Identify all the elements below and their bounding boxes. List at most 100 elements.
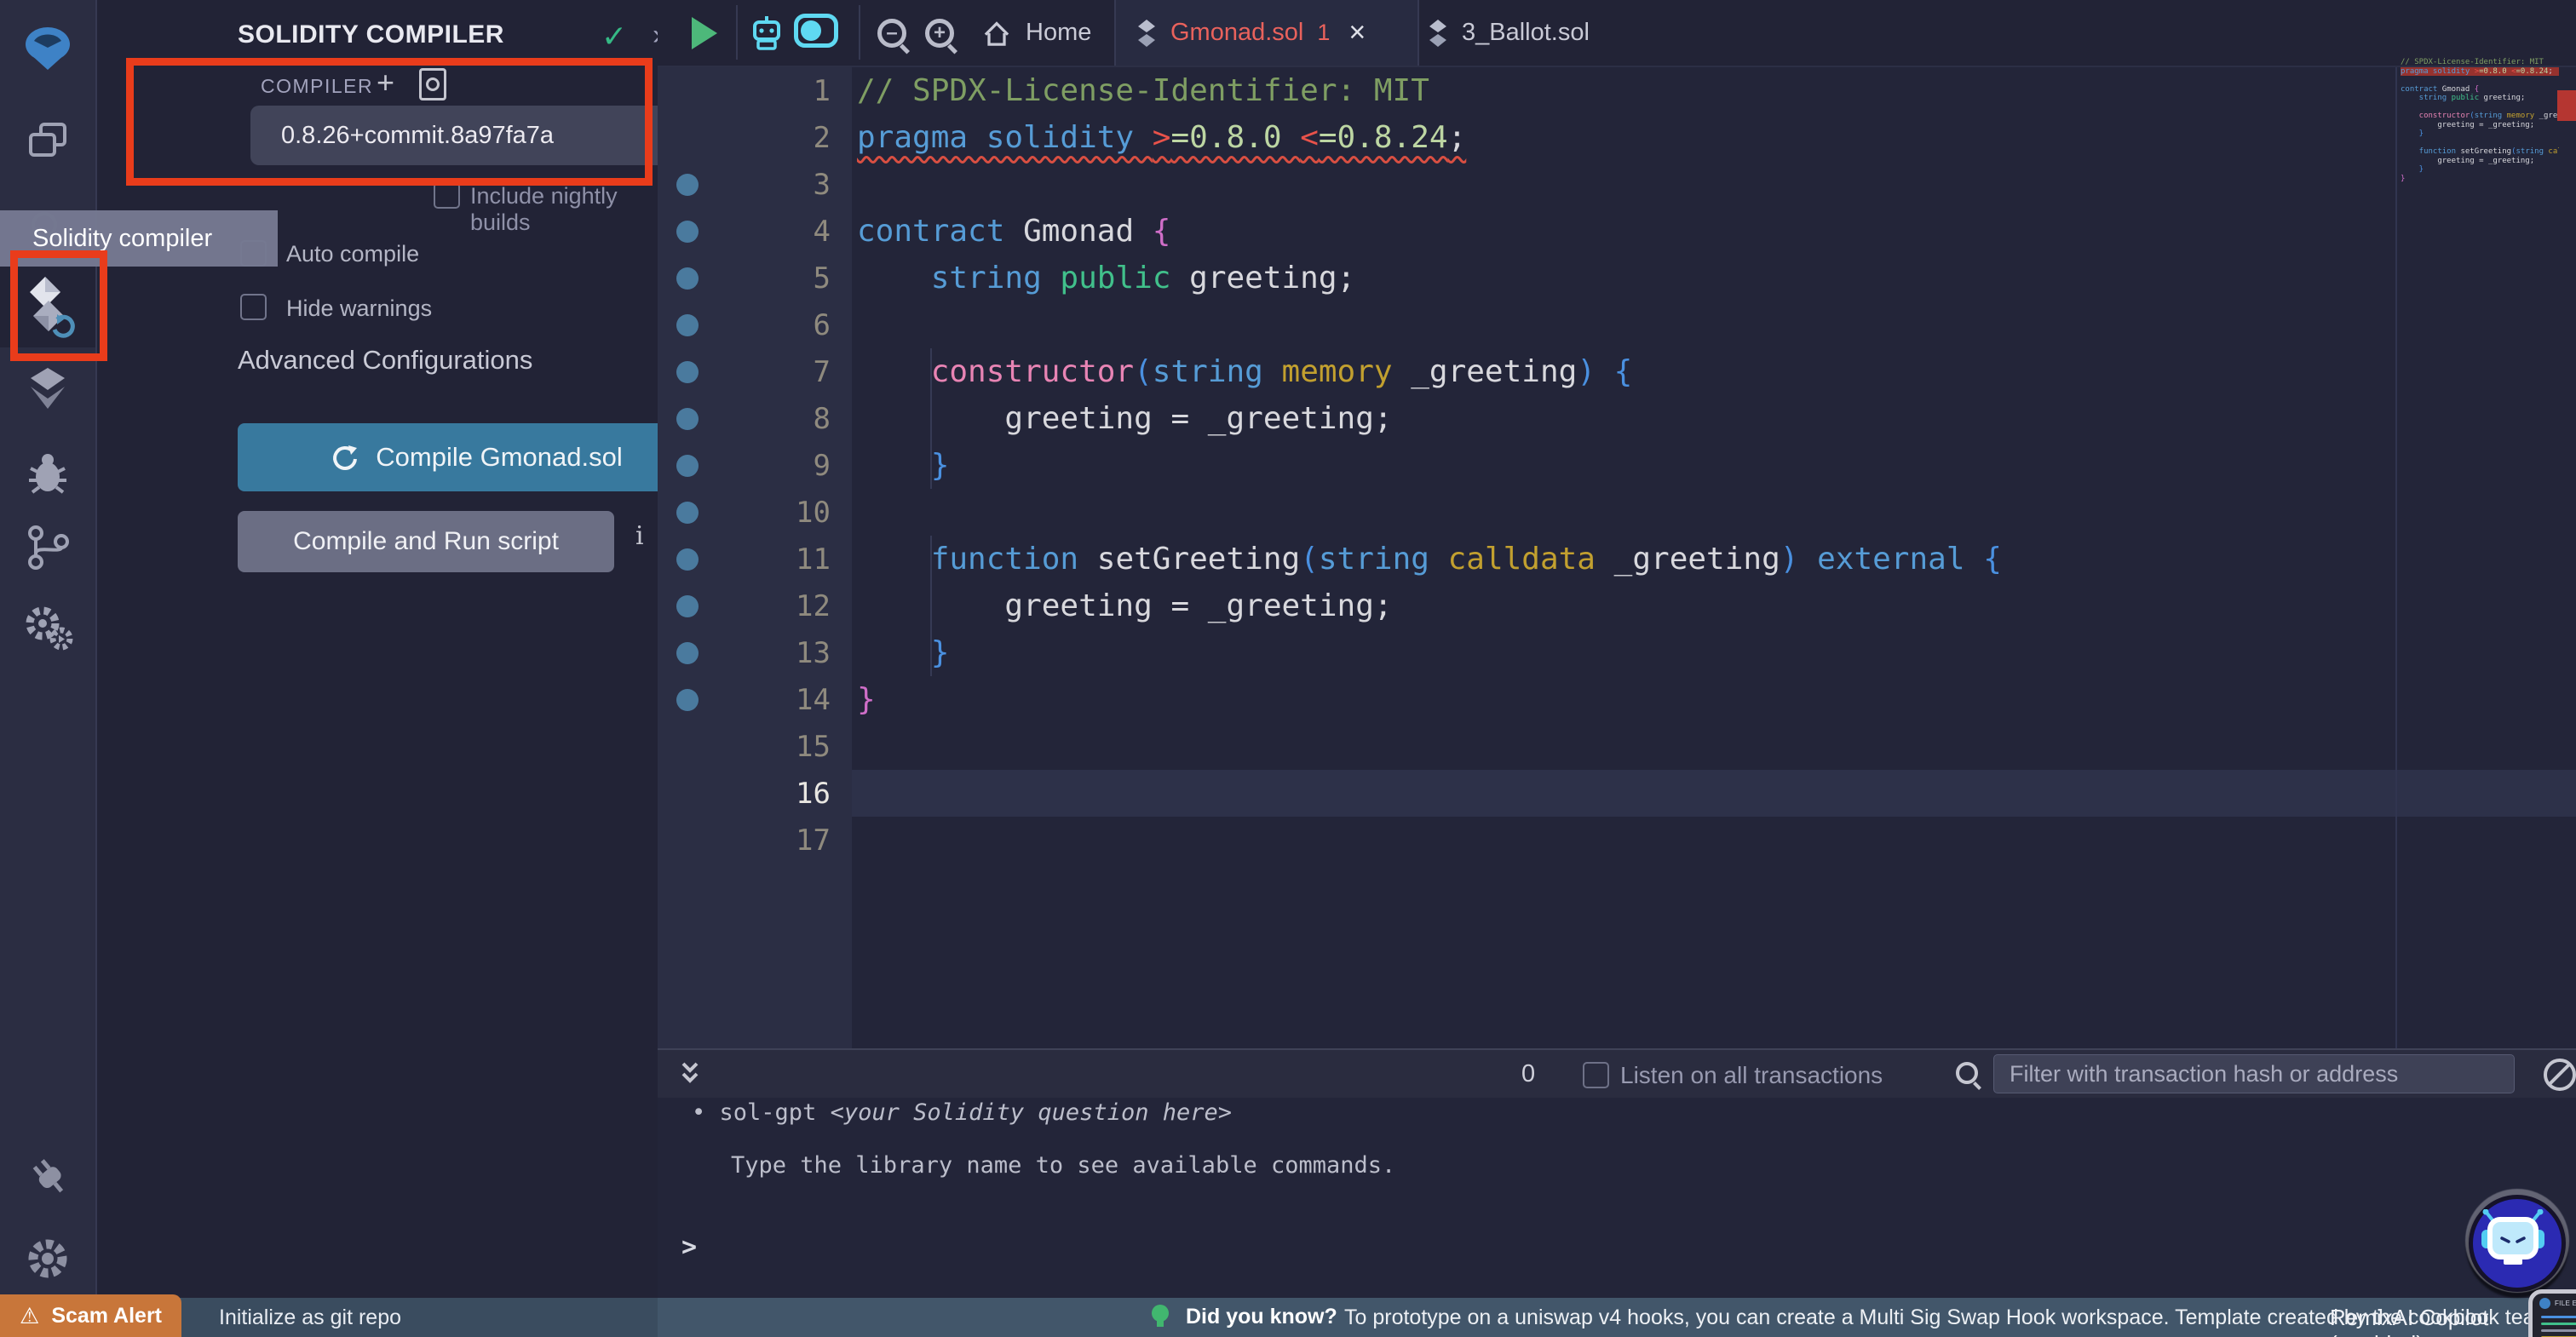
editor-line[interactable]: 1// SPDX-License-Identifier: MIT bbox=[658, 67, 2576, 114]
line-number: 13 bbox=[796, 635, 831, 670]
minimap-line: greeting = _greeting; bbox=[2401, 156, 2535, 165]
tab-3-ballot-sol[interactable]: 3_Ballot.sol bbox=[1407, 0, 1590, 66]
line-number: 15 bbox=[796, 729, 831, 764]
git-init-button[interactable]: Initialize as git repo bbox=[219, 1305, 401, 1330]
zoom-in-icon[interactable]: + bbox=[925, 19, 954, 48]
expand-terminal-icon[interactable] bbox=[676, 1060, 704, 1093]
editor-line[interactable]: 7 constructor(string memory _greeting) { bbox=[658, 348, 2576, 395]
tools-icon[interactable] bbox=[0, 588, 95, 666]
listen-transactions-label: Listen on all transactions bbox=[1620, 1062, 1883, 1088]
code-editor[interactable]: 1// SPDX-License-Identifier: MIT 2 pragma … bbox=[658, 67, 2576, 864]
divider bbox=[736, 5, 738, 60]
run-button-label: Compile and Run script bbox=[293, 527, 559, 555]
minimap-line: } bbox=[2401, 174, 2406, 183]
compile-button-label: Compile Gmonad.sol bbox=[376, 442, 623, 472]
gutter-dot bbox=[676, 360, 699, 383]
debugger-icon[interactable] bbox=[0, 433, 95, 511]
minimap-line bbox=[2401, 201, 2559, 210]
run-script-play-icon[interactable] bbox=[692, 17, 717, 49]
listen-transactions-checkbox[interactable] bbox=[1583, 1062, 1609, 1088]
terminal-line: Type the library name to see available c… bbox=[731, 1152, 1396, 1179]
gutter-dot bbox=[676, 688, 699, 711]
solidity-compiler-icon[interactable] bbox=[0, 266, 95, 347]
editor-line[interactable]: 17 bbox=[658, 817, 2576, 864]
gutter-dot bbox=[676, 594, 699, 617]
remix-logo-icon[interactable] bbox=[0, 10, 95, 89]
ai-robot-icon[interactable] bbox=[746, 12, 787, 57]
terminal-prompt[interactable]: > bbox=[681, 1232, 697, 1262]
minimap[interactable]: // SPDX-License-Identifier: MIT pragma so… bbox=[2401, 58, 2559, 210]
zoom-out-icon[interactable]: – bbox=[877, 19, 906, 48]
editor-line[interactable]: 4 contract Gmonad { bbox=[658, 208, 2576, 255]
warning-icon: ⚠ bbox=[20, 1302, 40, 1328]
editor-line[interactable]: 2 pragma solidity >=0.8.0 <=0.8.24; bbox=[658, 114, 2576, 161]
line-number: 7 bbox=[813, 354, 831, 389]
remix-ide-window: SOLIDITY COMPILER ✓ › COMPILER + 0.8.26+… bbox=[0, 0, 2576, 1337]
minimap-line bbox=[2401, 139, 2559, 148]
git-icon[interactable] bbox=[0, 508, 95, 586]
editor-line[interactable]: 12 greeting = _greeting; bbox=[658, 582, 2576, 629]
editor-line[interactable]: 3 bbox=[658, 161, 2576, 208]
line-number: 11 bbox=[796, 542, 831, 577]
editor-line[interactable]: 11 function setGreeting(string calldata … bbox=[658, 536, 2576, 582]
lightbulb-icon bbox=[1152, 1305, 1169, 1327]
settings-icon[interactable] bbox=[0, 1219, 95, 1298]
nightly-builds-checkbox[interactable] bbox=[434, 182, 460, 209]
editor-tab-bar: – + Home Gmonad.sol 1 × 3_Ballot.sol bbox=[658, 0, 2576, 67]
editor-line[interactable]: 16 bbox=[658, 770, 2576, 817]
remix-logo-icon bbox=[26, 27, 70, 70]
terminal-toolbar: 0 Listen on all transactions bbox=[658, 1048, 2576, 1099]
gutter-dot bbox=[676, 641, 699, 664]
gutter-dot bbox=[676, 501, 699, 524]
file-explorer-icon[interactable] bbox=[0, 102, 95, 181]
hide-warnings-checkbox[interactable] bbox=[240, 294, 267, 320]
screenshare-pip-thumbnail[interactable]: FILE EXPLORER bbox=[2528, 1289, 2576, 1337]
editor-scrollbar[interactable] bbox=[2395, 67, 2397, 1048]
editor-line[interactable]: 15 bbox=[658, 723, 2576, 770]
scam-alert-button[interactable]: ⚠ Scam Alert bbox=[0, 1294, 181, 1337]
minimap-line bbox=[2401, 183, 2559, 192]
minimap-line bbox=[2401, 76, 2559, 85]
copilot-toggle-icon[interactable] bbox=[794, 14, 838, 48]
deploy-run-icon[interactable] bbox=[0, 349, 95, 427]
tab-home[interactable]: Home bbox=[981, 0, 1091, 66]
remix-ai-assistant-button[interactable] bbox=[2469, 1195, 2566, 1292]
editor-line[interactable]: 5 string public greeting; bbox=[658, 255, 2576, 301]
advanced-configurations[interactable]: Advanced Configurations bbox=[238, 345, 532, 376]
gutter-dot bbox=[676, 454, 699, 477]
minimap-line bbox=[2401, 103, 2559, 112]
transaction-filter-input[interactable] bbox=[1993, 1054, 2515, 1093]
transaction-count: 0 bbox=[1521, 1060, 1536, 1087]
hide-warnings-label: Hide warnings bbox=[286, 296, 433, 321]
add-compiler-icon[interactable]: + bbox=[377, 65, 394, 100]
line-number: 2 bbox=[813, 120, 831, 155]
tab-label: 3_Ballot.sol bbox=[1462, 19, 1590, 46]
info-icon[interactable]: i bbox=[635, 521, 644, 551]
license-icon[interactable] bbox=[419, 68, 446, 100]
terminal-output[interactable]: • sol-gpt <your Solidity question here> … bbox=[658, 1098, 2576, 1298]
minimap-line: greeting = _greeting; bbox=[2401, 120, 2535, 129]
home-icon bbox=[984, 20, 1009, 46]
editor-line[interactable]: 14} bbox=[658, 676, 2576, 723]
line-number: 6 bbox=[813, 307, 831, 342]
gutter-dot bbox=[676, 548, 699, 571]
editor-line[interactable]: 13 } bbox=[658, 629, 2576, 676]
compile-run-script-button[interactable]: Compile and Run script bbox=[238, 511, 614, 572]
pip-title: FILE EXPLORER bbox=[2555, 1300, 2576, 1307]
clear-console-icon[interactable] bbox=[2544, 1059, 2576, 1091]
minimap-line: string public greeting; bbox=[2401, 94, 2526, 102]
scam-alert-label: Scam Alert bbox=[51, 1303, 162, 1328]
editor-line[interactable]: 9 } bbox=[658, 442, 2576, 489]
editor-line[interactable]: 8 greeting = _greeting; bbox=[658, 395, 2576, 442]
editor-line[interactable]: 10 bbox=[658, 489, 2576, 536]
tab-gmonad-sol[interactable]: Gmonad.sol 1 × bbox=[1114, 0, 1419, 66]
compile-button[interactable]: Compile Gmonad.sol bbox=[238, 423, 715, 491]
compiler-section-label: COMPILER bbox=[261, 75, 374, 97]
minimap-line: contract Gmonad { bbox=[2401, 84, 2480, 94]
plugin-manager-icon[interactable] bbox=[0, 1137, 95, 1215]
minimap-line: pragma solidity >=0.8.0 <=0.8.24; bbox=[2401, 66, 2559, 76]
close-tab-icon[interactable]: × bbox=[1348, 16, 1366, 49]
line-number: 4 bbox=[813, 214, 831, 249]
tooltip-text: Solidity compiler bbox=[32, 224, 213, 252]
editor-line[interactable]: 6 bbox=[658, 301, 2576, 348]
